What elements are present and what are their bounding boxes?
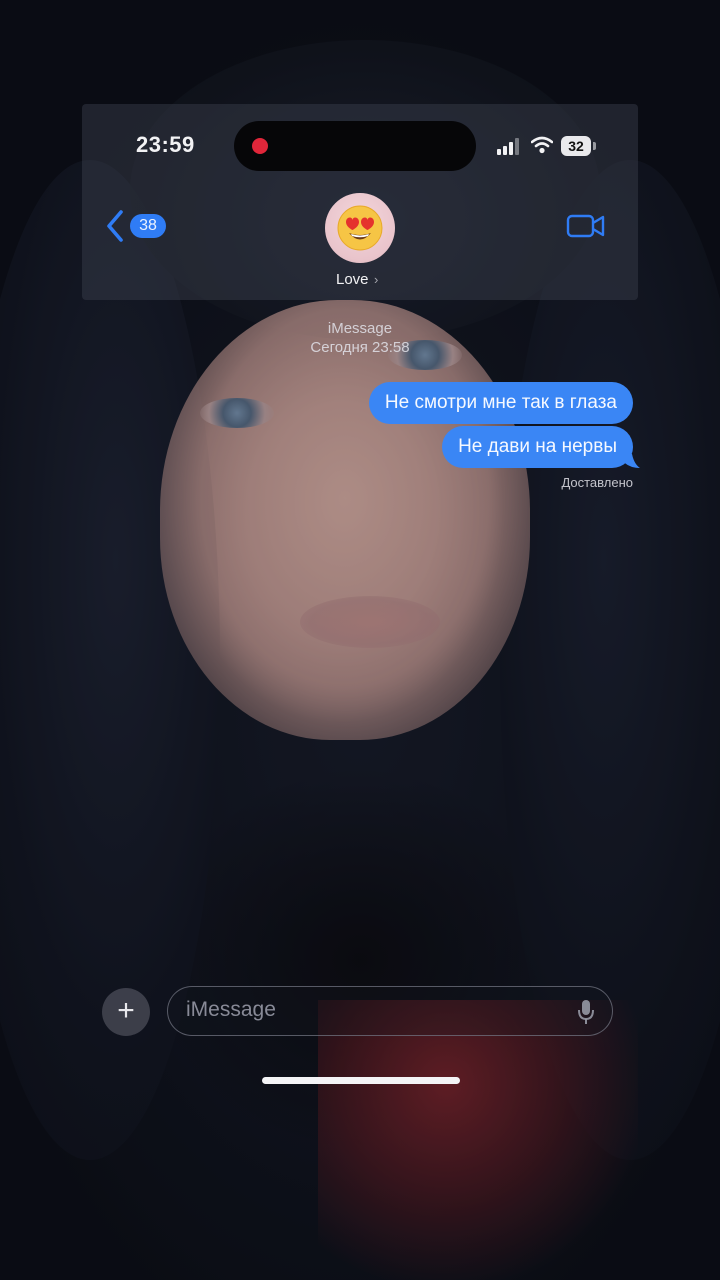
thread-timestamp: Сегодня 23:58 (310, 339, 410, 356)
add-attachment-button[interactable]: + (102, 988, 150, 1036)
home-indicator[interactable] (262, 1077, 460, 1084)
delivery-status: Доставлено (561, 475, 633, 490)
message-input-placeholder: iMessage (186, 998, 276, 1021)
chat-screen: 23:59 32 38 Love › iMessage Сегодня 23:5… (0, 0, 720, 1280)
back-chevron-icon[interactable] (104, 209, 126, 243)
battery-tip (593, 142, 596, 150)
video-camera-icon[interactable] (566, 212, 606, 240)
heart-eyes-emoji-icon (337, 205, 383, 251)
recording-dot-icon (252, 138, 268, 154)
contact-name[interactable]: Love (336, 271, 369, 288)
contact-details-chevron-icon[interactable]: › (374, 272, 378, 287)
contact-avatar[interactable] (325, 193, 395, 263)
wifi-icon (531, 136, 553, 154)
battery-icon: 32 (561, 136, 591, 156)
dynamic-island (234, 121, 476, 171)
message-bubble-outgoing[interactable]: Не смотри мне так в глаза (368, 382, 633, 424)
message-bubble-outgoing[interactable]: Не дави на нервы (442, 426, 633, 468)
unread-count-badge[interactable]: 38 (130, 214, 166, 238)
service-label: iMessage (327, 320, 393, 337)
signal-icon (497, 137, 523, 155)
microphone-icon[interactable] (576, 998, 596, 1026)
status-time: 23:59 (136, 132, 195, 157)
bubble-tail (622, 454, 640, 468)
